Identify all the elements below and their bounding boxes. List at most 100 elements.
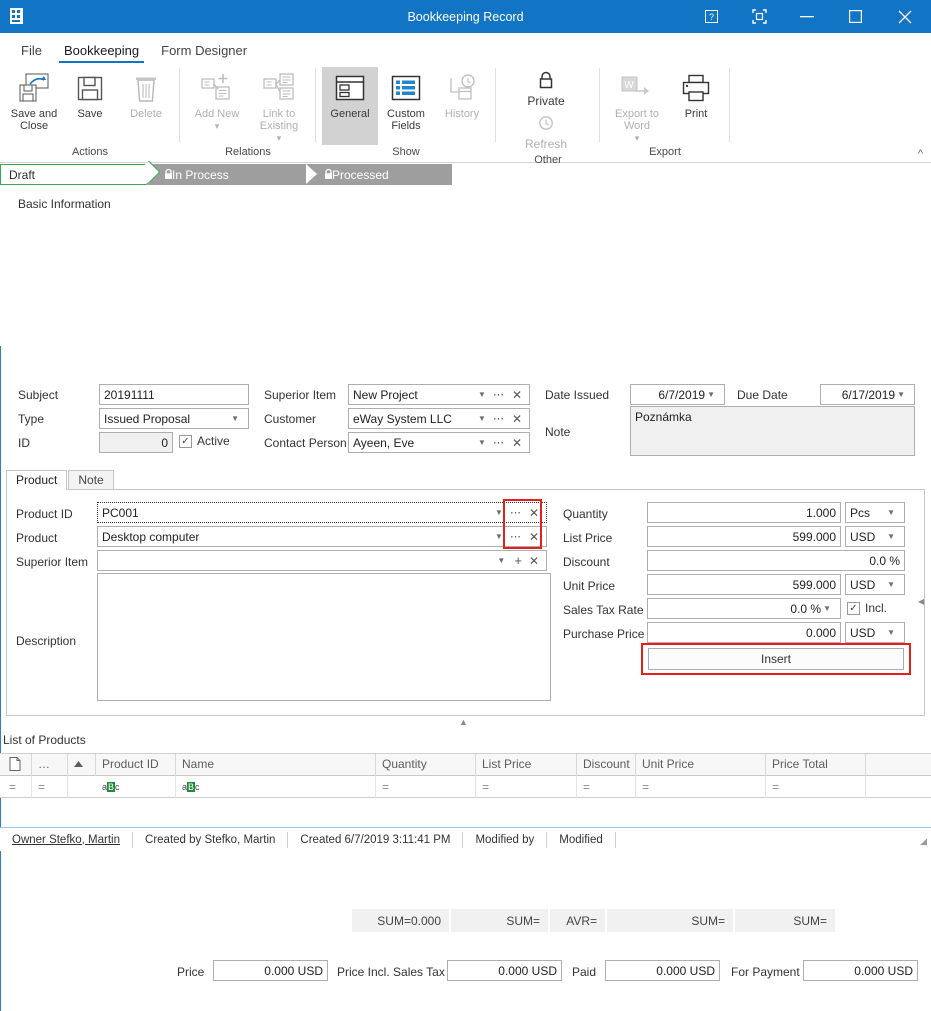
chevron-down-icon[interactable]: ▼ bbox=[493, 532, 508, 541]
description-textarea[interactable] bbox=[97, 573, 551, 701]
unit-price-column-header[interactable]: Unit Price bbox=[636, 754, 766, 776]
filter-ellipsis[interactable]: = bbox=[32, 776, 68, 798]
list-price-column-header[interactable]: List Price bbox=[476, 754, 577, 776]
quantity-input[interactable]: 1.000 bbox=[647, 502, 841, 523]
delete-button[interactable]: Delete bbox=[118, 67, 174, 145]
active-checkbox[interactable]: ✓ Active bbox=[179, 434, 230, 448]
chevron-down-icon[interactable]: ▼ bbox=[885, 628, 900, 637]
history-button[interactable]: History bbox=[434, 67, 490, 145]
tab-note[interactable]: Note bbox=[68, 470, 114, 490]
tab-product[interactable]: Product bbox=[6, 470, 68, 490]
chevron-down-icon[interactable]: ▼ bbox=[885, 580, 900, 589]
tab-form-designer[interactable]: Form Designer bbox=[150, 39, 258, 63]
refresh-button[interactable]: Refresh bbox=[502, 110, 594, 153]
maximize-button[interactable] bbox=[831, 0, 879, 33]
sales-tax-incl-checkbox[interactable]: ✓ Incl. bbox=[847, 601, 887, 615]
add-icon[interactable]: + bbox=[510, 553, 524, 568]
add-new-button[interactable]: Add New ▾ bbox=[186, 67, 248, 145]
workflow-step-draft[interactable]: Draft bbox=[0, 164, 146, 185]
product-id-input[interactable]: PC001 ▼ ⋯ ✕ bbox=[97, 502, 547, 523]
chevron-down-icon[interactable]: ▼ bbox=[885, 532, 900, 541]
list-price-currency-select[interactable]: USD ▼ bbox=[845, 526, 905, 547]
save-and-close-button[interactable]: Save and Close bbox=[6, 67, 62, 145]
type-select[interactable]: Issued Proposal ▼ bbox=[99, 408, 249, 429]
contact-person-select[interactable]: Ayeen, Eve ▼ ⋯ ✕ bbox=[348, 432, 530, 453]
private-button[interactable]: Private bbox=[502, 67, 594, 110]
more-options-icon[interactable]: ⋯ bbox=[508, 506, 524, 519]
filter-unit-price[interactable]: = bbox=[636, 776, 766, 798]
tab-file[interactable]: File bbox=[10, 39, 53, 63]
chevron-down-icon[interactable]: ▼ bbox=[229, 414, 244, 423]
sales-tax-rate-select[interactable]: 0.0 % ▼ bbox=[647, 598, 841, 619]
fullscreen-button[interactable] bbox=[735, 0, 783, 33]
discount-column-header[interactable]: Discount bbox=[577, 754, 636, 776]
more-options-icon[interactable]: ⋯ bbox=[491, 436, 507, 449]
tab-bookkeeping[interactable]: Bookkeeping bbox=[53, 39, 150, 63]
insert-button[interactable]: Insert bbox=[648, 648, 904, 670]
purchase-price-currency-select[interactable]: USD ▼ bbox=[845, 622, 905, 643]
ribbon-collapse-button[interactable]: ^ bbox=[918, 148, 923, 160]
clear-icon[interactable]: ✕ bbox=[524, 554, 542, 568]
close-button[interactable] bbox=[879, 0, 931, 33]
clear-icon[interactable]: ✕ bbox=[524, 506, 542, 520]
unit-price-currency-select[interactable]: USD ▼ bbox=[845, 574, 905, 595]
product-id-column-header[interactable]: Product ID bbox=[96, 754, 176, 776]
filter-list-price[interactable]: = bbox=[476, 776, 577, 798]
purchase-price-input[interactable]: 0.000 bbox=[647, 622, 841, 643]
workflow-step-in-process[interactable]: In Process bbox=[146, 164, 306, 185]
resize-grip-icon[interactable]: ◢ bbox=[920, 836, 927, 847]
chevron-down-icon[interactable]: ▼ bbox=[493, 508, 508, 517]
price-total-column-header[interactable]: Price Total bbox=[766, 754, 866, 776]
product-input[interactable]: Desktop computer ▼ ⋯ ✕ bbox=[97, 526, 547, 547]
product-superior-item-input[interactable]: ▼ + ✕ bbox=[97, 550, 547, 571]
chevron-down-icon[interactable]: ▼ bbox=[705, 390, 720, 399]
chevron-down-icon[interactable]: ▼ bbox=[885, 508, 900, 517]
status-owner[interactable]: Owner Stefko, Martin bbox=[0, 831, 134, 848]
filter-name[interactable]: aBc bbox=[176, 776, 376, 798]
filter-price-total[interactable]: = bbox=[766, 776, 866, 798]
chevron-down-icon[interactable]: ▼ bbox=[476, 438, 491, 447]
ellipsis-column-header[interactable]: … bbox=[32, 754, 68, 776]
clear-icon[interactable]: ✕ bbox=[507, 388, 525, 402]
save-button[interactable]: Save bbox=[62, 67, 118, 145]
quantity-unit-select[interactable]: Pcs ▼ bbox=[845, 502, 905, 523]
export-to-word-button[interactable]: W Export to Word ▾ bbox=[606, 67, 668, 145]
sort-ascending-icon[interactable] bbox=[68, 754, 96, 776]
link-to-existing-button[interactable]: Link to Existing ▾ bbox=[248, 67, 310, 145]
chevron-down-icon[interactable]: ▼ bbox=[476, 390, 491, 399]
discount-input[interactable]: 0.0 % bbox=[647, 550, 905, 571]
print-button[interactable]: Print bbox=[668, 67, 724, 145]
unit-price-input[interactable]: 599.000 bbox=[647, 574, 841, 595]
date-issued-input[interactable]: 6/7/2019 ▼ bbox=[630, 384, 725, 405]
chevron-down-icon[interactable]: ▼ bbox=[821, 604, 836, 613]
customer-select[interactable]: eWay System LLC ▼ ⋯ ✕ bbox=[348, 408, 530, 429]
list-price-input[interactable]: 599.000 bbox=[647, 526, 841, 547]
subject-input[interactable]: 20191111 bbox=[99, 384, 249, 405]
doc-icon-column-header[interactable] bbox=[0, 754, 32, 776]
superior-item-select[interactable]: New Project ▼ ⋯ ✕ bbox=[348, 384, 530, 405]
due-date-input[interactable]: 6/17/2019 ▼ bbox=[820, 384, 915, 405]
panel-collapse-icon[interactable]: ▲ bbox=[459, 717, 468, 727]
help-button[interactable]: ? bbox=[687, 0, 735, 33]
chevron-down-icon[interactable]: ▼ bbox=[895, 390, 910, 399]
custom-fields-button[interactable]: Custom Fields bbox=[378, 67, 434, 145]
filter-doc[interactable]: = bbox=[0, 776, 32, 798]
filter-discount[interactable]: = bbox=[577, 776, 636, 798]
more-options-icon[interactable]: ⋯ bbox=[491, 388, 507, 401]
clear-icon[interactable]: ✕ bbox=[507, 436, 525, 450]
note-textarea[interactable]: Poznámka bbox=[630, 406, 915, 456]
minimize-button[interactable] bbox=[783, 0, 831, 33]
filter-product-id[interactable]: aBc bbox=[96, 776, 176, 798]
chevron-down-icon[interactable]: ▼ bbox=[476, 414, 491, 423]
quantity-column-header[interactable]: Quantity bbox=[376, 754, 476, 776]
chevron-down-icon[interactable]: ▼ bbox=[495, 556, 510, 565]
clear-icon[interactable]: ✕ bbox=[524, 530, 542, 544]
filter-quantity[interactable]: = bbox=[376, 776, 476, 798]
name-column-header[interactable]: Name bbox=[176, 754, 376, 776]
clear-icon[interactable]: ✕ bbox=[507, 412, 525, 426]
side-collapse-icon[interactable]: ◀ bbox=[918, 597, 924, 606]
workflow-step-processed[interactable]: Processed bbox=[306, 164, 452, 185]
more-options-icon[interactable]: ⋯ bbox=[491, 412, 507, 425]
general-button[interactable]: General bbox=[322, 67, 378, 145]
more-options-icon[interactable]: ⋯ bbox=[508, 530, 524, 543]
